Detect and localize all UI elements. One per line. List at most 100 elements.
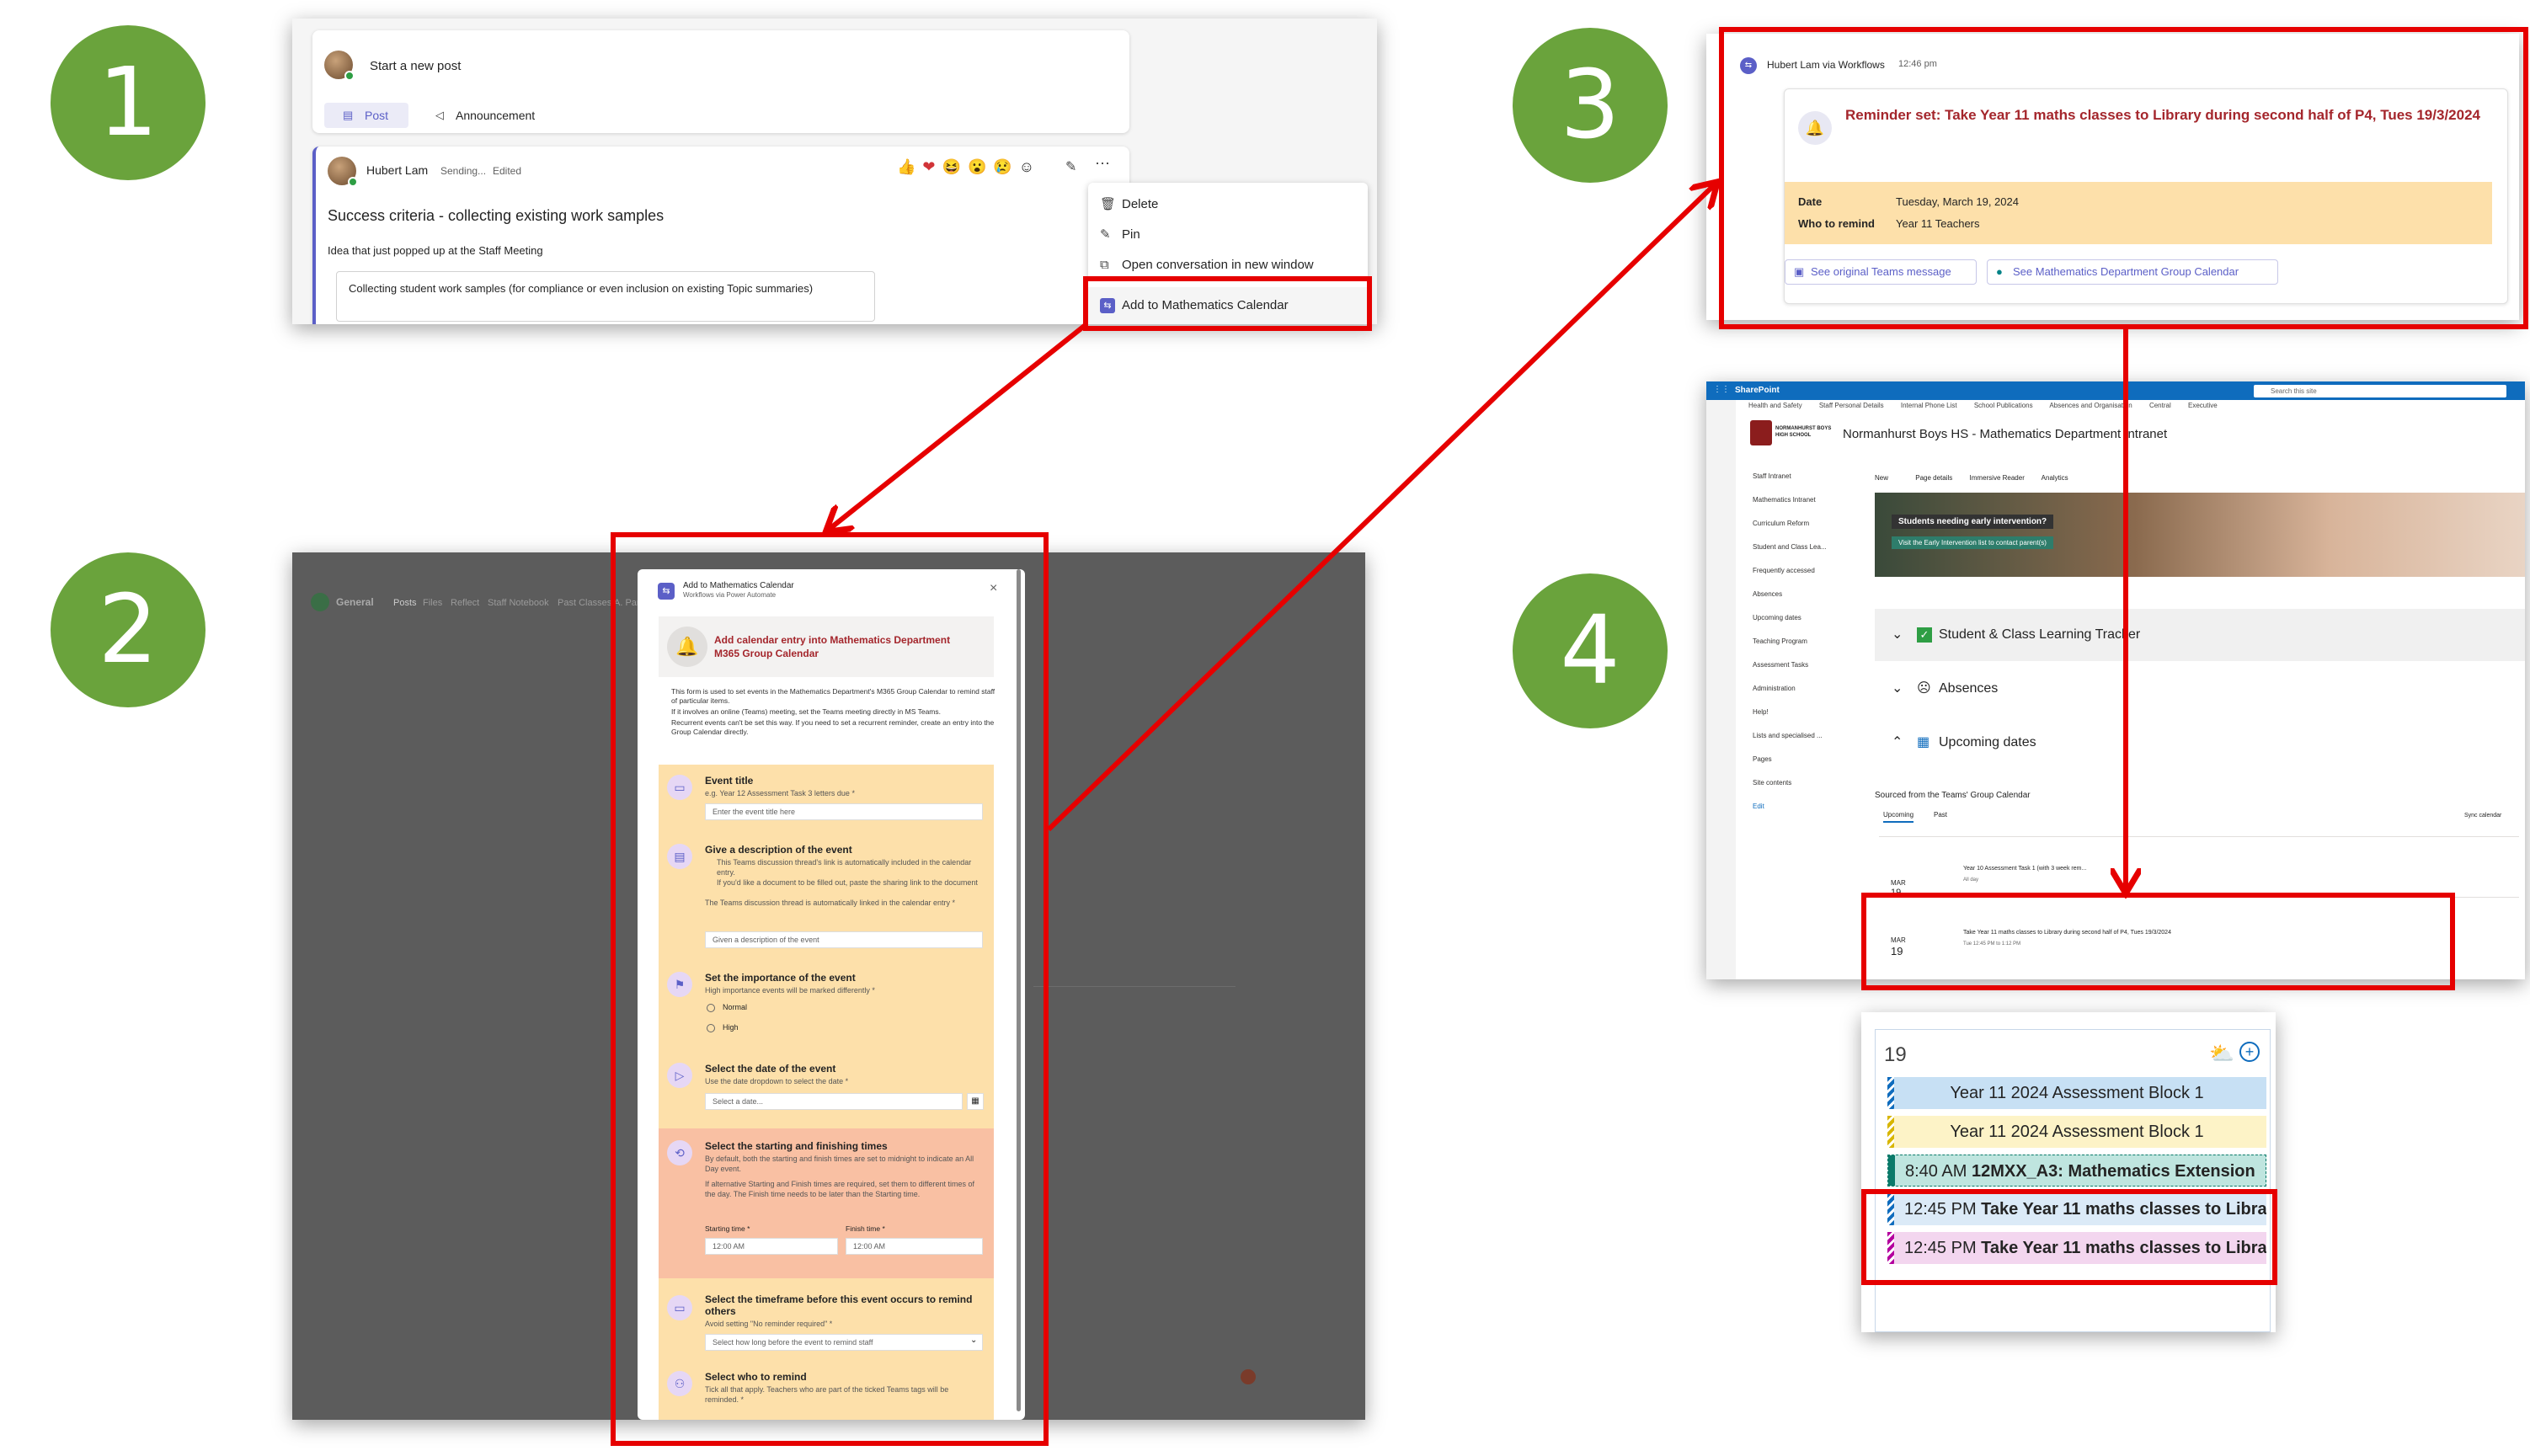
calendar-icon[interactable]: ▦ xyxy=(967,1093,984,1110)
nav-absences[interactable]: Absences xyxy=(1753,590,1782,598)
heart-reaction-icon[interactable]: ❤ xyxy=(922,158,942,175)
sharepoint-icon: ● xyxy=(1996,265,2003,278)
tab-files[interactable]: Files xyxy=(423,598,442,608)
chevron-down-icon: ⌄ xyxy=(970,1336,978,1345)
tab-announcement[interactable]: ◁ Announcement xyxy=(430,103,565,128)
toolbar-page-details[interactable]: Page details xyxy=(1915,474,1952,482)
question-who: ⚇ Select who to remind Tick all that app… xyxy=(659,1361,994,1420)
link-publications[interactable]: School Publications xyxy=(1974,402,2033,409)
finish-time-input[interactable]: 12:00 AM xyxy=(846,1238,983,1255)
nav-mathematics-intranet[interactable]: Mathematics Intranet xyxy=(1753,496,1816,504)
date-picker-input[interactable]: Select a date... xyxy=(705,1093,963,1110)
post-author[interactable]: Hubert Lam xyxy=(366,163,428,177)
see-group-calendar-button[interactable]: ● See Mathematics Department Group Calend… xyxy=(1987,259,2278,285)
event-title: Year 11 2024 Assessment Block 1 xyxy=(1950,1084,2204,1102)
event-row-2[interactable]: MAR 19 Take Year 11 maths classes to Lib… xyxy=(1879,897,2519,973)
app-name[interactable]: SharePoint xyxy=(1735,386,1780,395)
start-time-input[interactable]: 12:00 AM xyxy=(705,1238,838,1255)
nav-pages[interactable]: Pages xyxy=(1753,755,1772,763)
calendar-event[interactable]: Year 11 2024 Assessment Block 1 xyxy=(1887,1077,2266,1109)
sad-reaction-icon[interactable]: 😢 xyxy=(993,158,1018,175)
school-name: NORMANHURST BOYS HIGH SCHOOL xyxy=(1775,426,1832,438)
nav-lists[interactable]: Lists and specialised ... xyxy=(1753,732,1823,739)
question-hint: Tick all that apply. Teachers who are pa… xyxy=(705,1385,949,1404)
link-executive[interactable]: Executive xyxy=(2188,402,2218,409)
close-icon[interactable]: × xyxy=(990,581,997,596)
link-health-safety[interactable]: Health and Safety xyxy=(1748,402,1802,409)
instructions: This form is used to set events in the M… xyxy=(671,687,1000,737)
laugh-reaction-icon[interactable]: 😆 xyxy=(942,158,968,175)
more-options-icon[interactable]: ⋯ xyxy=(1095,155,1110,173)
toolbar-immersive-reader[interactable]: Immersive Reader xyxy=(1970,474,2025,482)
nav-teaching-program[interactable]: Teaching Program xyxy=(1753,637,1807,645)
document-icon: ▤ xyxy=(667,844,692,869)
question-reminder: ▭ Select the timeframe before this event… xyxy=(659,1278,994,1361)
question-label: Select who to remind xyxy=(705,1371,807,1383)
smile-reaction-icon[interactable]: ☺ xyxy=(1019,158,1041,175)
event-row-1[interactable]: MAR 19 Year 10 Assessment Task 1 (with 3… xyxy=(1879,836,2519,898)
teams-post-panel: Start a new post ▤ Post ◁ Announcement H… xyxy=(292,19,1377,324)
nav-staff-intranet[interactable]: Staff Intranet xyxy=(1753,472,1791,480)
link-phone-list[interactable]: Internal Phone List xyxy=(1901,402,1957,409)
link-absences[interactable]: Absences and Organisation xyxy=(2049,402,2132,409)
edit-icon[interactable]: ✎ xyxy=(1065,158,1076,175)
see-original-message-button[interactable]: ▣ See original Teams message xyxy=(1785,259,1977,285)
accordion-upcoming-dates[interactable]: ⌃ ▦ Upcoming dates xyxy=(1875,717,2525,769)
calendar-event[interactable]: Year 11 2024 Assessment Block 1 xyxy=(1887,1116,2266,1148)
sharepoint-bar: ⋮⋮ SharePoint Search this site xyxy=(1706,381,2525,400)
tab-reflect[interactable]: Reflect xyxy=(451,598,479,608)
radio-high[interactable] xyxy=(707,1024,715,1032)
nav-upcoming-dates[interactable]: Upcoming dates xyxy=(1753,614,1801,621)
menu-add-to-calendar[interactable]: ⇆ Add to Mathematics Calendar xyxy=(1088,287,1368,324)
post-icon: ▤ xyxy=(343,109,354,121)
radio-normal[interactable] xyxy=(707,1004,715,1012)
menu-open-new-window[interactable]: ⧉ Open conversation in new window xyxy=(1088,247,1368,284)
tab-past-classes[interactable]: Past Classes xyxy=(558,598,611,608)
nav-administration[interactable]: Administration xyxy=(1753,685,1796,692)
start-post-prompt[interactable]: Start a new post xyxy=(370,59,461,73)
app-launcher-icon[interactable]: ⋮⋮ xyxy=(1713,385,1730,394)
surprised-reaction-icon[interactable]: 😮 xyxy=(968,158,993,175)
banner-link[interactable]: Visit the Early Intervention list to con… xyxy=(1892,536,2053,549)
nav-curriculum-reform[interactable]: Curriculum Reform xyxy=(1753,520,1809,527)
site-search[interactable]: Search this site xyxy=(2254,385,2506,397)
nav-edit[interactable]: Edit xyxy=(1753,803,1764,810)
link-central[interactable]: Central xyxy=(2149,402,2171,409)
calendar-event[interactable]: 8:40 AM 12MXX_A3: Mathematics Extension xyxy=(1887,1155,2266,1187)
tab-post[interactable]: ▤ Post xyxy=(324,103,408,128)
menu-delete-label: Delete xyxy=(1122,197,1159,211)
question-times: ⟲ Select the starting and finishing time… xyxy=(659,1128,994,1278)
finish-time-label: Finish time * xyxy=(846,1224,885,1233)
event-month: MAR xyxy=(1891,936,1906,944)
add-event-icon[interactable]: + xyxy=(2239,1042,2260,1062)
nav-student-class-learning[interactable]: Student and Class Lea... xyxy=(1753,543,1827,551)
toolbar-analytics[interactable]: Analytics xyxy=(2042,474,2068,482)
tab-past[interactable]: Past xyxy=(1934,811,1947,819)
reaction-bar[interactable]: 👍❤😆😮😢☺ xyxy=(897,158,1041,176)
description-input[interactable]: Given a description of the event xyxy=(705,931,983,948)
nav-site-contents[interactable]: Site contents xyxy=(1753,779,1791,787)
start-time-label: Starting time * xyxy=(705,1224,750,1233)
nav-assessment-tasks[interactable]: Assessment Tasks xyxy=(1753,661,1808,669)
reminder-title: Reminder set: Take Year 11 maths classes… xyxy=(1845,107,2480,123)
calendar-event[interactable]: 12:45 PM Take Year 11 maths classes to L… xyxy=(1887,1232,2266,1264)
question-hint: The Teams discussion thread is automatic… xyxy=(705,899,955,907)
nav-frequently-accessed[interactable]: Frequently accessed xyxy=(1753,567,1815,574)
link-staff-details[interactable]: Staff Personal Details xyxy=(1819,402,1884,409)
reminder-dropdown[interactable]: Select how long before the event to remi… xyxy=(705,1334,983,1351)
radio-high-label: High xyxy=(723,1023,739,1032)
calendar-event[interactable]: 12:45 PM Take Year 11 maths classes to L… xyxy=(1887,1193,2266,1225)
tab-extra[interactable]: A. Par xyxy=(614,598,640,608)
tab-upcoming[interactable]: Upcoming xyxy=(1883,811,1914,823)
button-label: See Mathematics Department Group Calenda… xyxy=(2013,265,2239,278)
sync-calendar[interactable]: Sync calendar xyxy=(2464,813,2501,819)
accordion-learning-tracker[interactable]: ⌄ ✓ Student & Class Learning Tracker xyxy=(1875,609,2525,661)
tab-posts[interactable]: Posts xyxy=(393,598,417,608)
nav-help[interactable]: Help! xyxy=(1753,708,1769,716)
event-title-input[interactable]: Enter the event title here xyxy=(705,803,983,820)
dialog-scrollbar[interactable] xyxy=(1017,569,1021,1411)
step-4-badge: 4 xyxy=(1513,573,1668,728)
accordion-absences[interactable]: ⌄ ☹ Absences xyxy=(1875,663,2525,715)
tab-staff-notebook[interactable]: Staff Notebook xyxy=(488,598,549,608)
like-reaction-icon[interactable]: 👍 xyxy=(897,158,922,175)
